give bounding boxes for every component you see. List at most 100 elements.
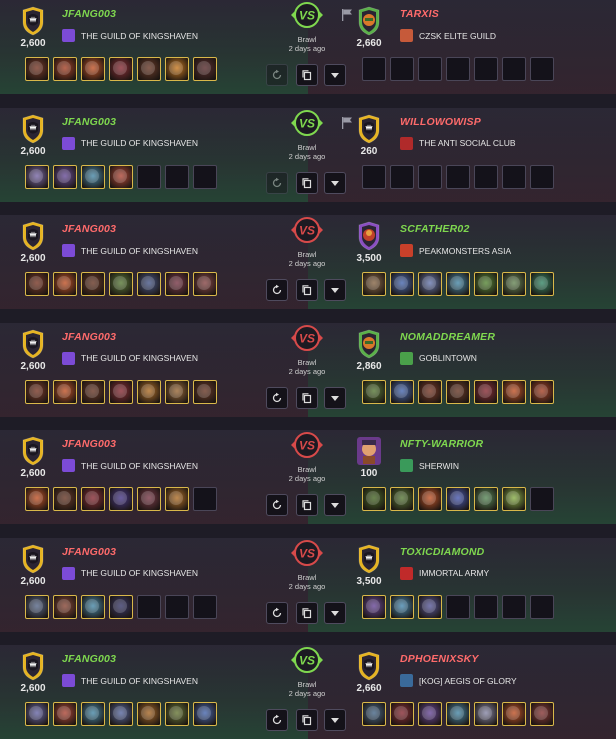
monster-card[interactable] [165,487,189,511]
monster-card[interactable] [137,57,161,81]
expand-button[interactable] [324,279,346,301]
monster-card[interactable] [193,702,217,726]
monster-card[interactable] [446,487,470,511]
monster-card[interactable] [530,702,554,726]
monster-card[interactable] [137,379,161,404]
right-player-name[interactable]: NFTY-WARRIOR [400,438,483,450]
right-player-name[interactable]: TARXIS [400,8,439,20]
right-player-name[interactable]: DPHOENIXSKY [400,653,479,665]
gold-shield-icon[interactable] [20,651,46,681]
gold-shield-icon[interactable] [20,329,46,359]
monster-card[interactable] [474,272,498,296]
monster-card[interactable] [390,272,414,296]
monster-card[interactable] [165,702,189,726]
monster-card[interactable] [390,594,414,619]
monster-card[interactable] [53,702,77,726]
left-guild[interactable]: THE GUILD OF KINGSHAVEN [62,136,198,150]
monster-card[interactable] [362,487,386,511]
expand-button[interactable] [324,709,346,731]
left-player-name[interactable]: JFANG003 [62,116,116,128]
right-guild[interactable]: IMMORTAL ARMY [400,566,489,580]
monster-card[interactable] [109,487,133,511]
monster-card[interactable] [446,702,470,726]
left-player-name[interactable]: JFANG003 [62,331,116,343]
gold-shield-icon[interactable] [356,544,382,574]
gold-shield-icon[interactable] [20,221,46,251]
left-guild[interactable]: THE GUILD OF KINGSHAVEN [62,244,198,257]
monster-card[interactable] [109,57,133,81]
monster-card[interactable] [474,702,498,726]
right-player-name[interactable]: WILLOWOWISP [400,116,481,128]
monster-card[interactable] [25,702,49,726]
left-player-name[interactable]: JFANG003 [62,438,116,450]
monster-card[interactable] [418,272,442,296]
monster-card[interactable] [502,702,526,726]
monster-card[interactable] [25,594,49,619]
left-guild[interactable]: THE GUILD OF KINGSHAVEN [62,459,198,472]
expand-button[interactable] [324,494,346,516]
gold-shield-icon[interactable] [20,6,46,36]
monster-card[interactable] [362,272,386,296]
monster-card[interactable] [81,379,105,404]
monster-card[interactable] [81,164,105,189]
replay-button[interactable] [266,601,288,624]
right-guild[interactable]: CZSK ELITE GUILD [400,29,496,42]
monster-card[interactable] [418,379,442,404]
left-guild[interactable]: THE GUILD OF KINGSHAVEN [62,351,198,365]
monster-card[interactable] [530,379,554,404]
left-player-name[interactable]: JFANG003 [62,8,116,20]
monster-card[interactable] [137,487,161,511]
gold-shield-icon[interactable] [20,544,46,574]
monster-card[interactable] [390,487,414,511]
monster-card[interactable] [109,379,133,404]
monster-card[interactable] [137,702,161,726]
left-player-name[interactable]: JFANG003 [62,546,116,558]
monster-card[interactable] [502,379,526,404]
monster-card[interactable] [362,379,386,404]
monster-card[interactable] [446,379,470,404]
monster-card[interactable] [25,57,49,81]
monster-card[interactable] [165,57,189,81]
copy-button[interactable] [296,709,318,731]
monster-card[interactable] [25,272,49,296]
right-player-name[interactable]: SCFATHER02 [400,223,470,235]
copy-button[interactable] [296,386,318,409]
orc-shield-icon[interactable] [356,6,382,36]
right-guild[interactable]: SHERWIN [400,459,459,472]
monster-card[interactable] [446,272,470,296]
monster-card[interactable] [81,594,105,619]
monster-card[interactable] [81,57,105,81]
gold-shield-icon[interactable] [356,114,382,144]
flag-icon[interactable] [340,116,354,130]
monster-card[interactable] [362,594,386,619]
right-player-name[interactable]: NOMADDREAMER [400,331,495,343]
left-guild[interactable]: THE GUILD OF KINGSHAVEN [62,566,198,580]
monster-card[interactable] [53,594,77,619]
copy-button[interactable] [296,279,318,301]
left-player-name[interactable]: JFANG003 [62,653,116,665]
copy-button[interactable] [296,171,318,194]
monster-card[interactable] [53,379,77,404]
gold-shield-icon[interactable] [20,114,46,144]
monster-card[interactable] [502,272,526,296]
monster-card[interactable] [193,379,217,404]
monster-card[interactable] [362,702,386,726]
monster-card[interactable] [53,57,77,81]
purple-shield-icon[interactable] [356,221,382,251]
right-guild[interactable]: GOBLINTOWN [400,351,477,365]
right-player-name[interactable]: TOXICDIAMOND [400,546,484,558]
replay-button[interactable] [266,64,288,86]
monster-card[interactable] [165,272,189,296]
orc-shield-icon[interactable] [356,329,382,359]
monster-card[interactable] [25,487,49,511]
monster-card[interactable] [109,164,133,189]
monster-card[interactable] [25,379,49,404]
monster-card[interactable] [193,272,217,296]
monster-card[interactable] [53,487,77,511]
monster-card[interactable] [390,379,414,404]
monster-card[interactable] [81,702,105,726]
replay-button[interactable] [266,279,288,301]
left-player-name[interactable]: JFANG003 [62,223,116,235]
monster-card[interactable] [81,487,105,511]
left-guild[interactable]: THE GUILD OF KINGSHAVEN [62,674,198,687]
